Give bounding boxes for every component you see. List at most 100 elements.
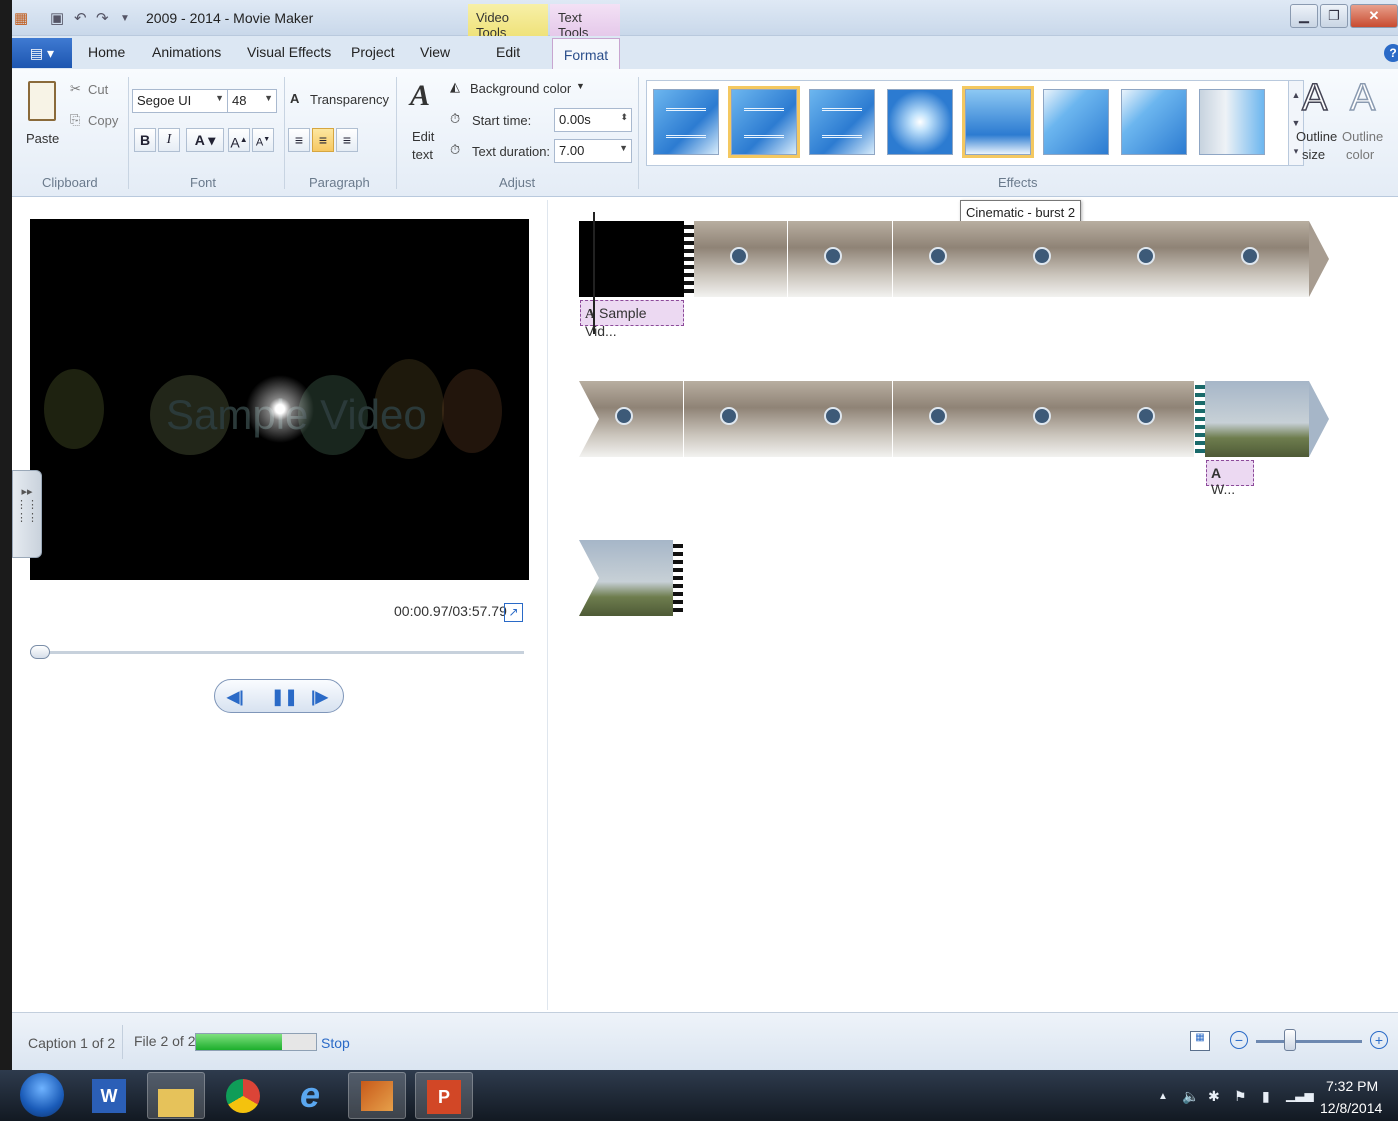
zoom-out-icon[interactable]: − <box>1230 1031 1248 1049</box>
transparency-button[interactable]: A Transparency <box>290 91 390 113</box>
tab-view[interactable]: View <box>420 44 450 60</box>
app-icon[interactable]: ▦ <box>14 9 28 27</box>
restore-button[interactable]: ❐ <box>1320 4 1348 28</box>
taskbar-time[interactable]: 7:32 PM <box>1326 1078 1378 1094</box>
taskbar-chrome-icon[interactable]: . <box>214 1072 272 1119</box>
quick-access-dropdown-icon[interactable]: ▼ <box>120 13 130 24</box>
video-frame[interactable] <box>997 381 1102 457</box>
seek-bar[interactable] <box>30 651 524 654</box>
effect-thumbnail[interactable] <box>887 89 953 155</box>
taskbar-ie-icon[interactable]: e <box>281 1072 339 1119</box>
taskbar-word-icon[interactable]: W <box>80 1072 138 1119</box>
video-frame[interactable] <box>1101 221 1206 297</box>
start-button[interactable] <box>20 1073 64 1117</box>
panel-collapse-handle[interactable]: ▸▸ ⋮⋮ ⋮⋮ <box>12 470 42 558</box>
clock-icon <box>720 407 738 425</box>
align-right-button[interactable]: ≡ <box>336 128 358 152</box>
context-tab-text-tools: Text Tools <box>550 4 620 40</box>
video-frame[interactable] <box>893 381 998 457</box>
nature-clip[interactable] <box>1205 381 1309 457</box>
video-preview[interactable]: Sample Video <box>30 219 529 580</box>
italic-button[interactable]: I <box>158 128 180 152</box>
tab-visual-effects[interactable]: Visual Effects <box>247 44 331 60</box>
fullscreen-icon[interactable]: ↗ <box>504 603 523 622</box>
zoom-in-icon[interactable]: + <box>1370 1031 1388 1049</box>
volume-icon[interactable]: 🔈 <box>1182 1088 1199 1105</box>
close-button[interactable]: ✕ <box>1350 4 1398 28</box>
taskbar-powerpoint-icon[interactable]: P <box>415 1072 473 1119</box>
tab-animations[interactable]: Animations <box>152 44 221 60</box>
redo-icon[interactable]: ↷ <box>96 9 109 27</box>
align-center-button[interactable]: ≡ <box>312 128 334 152</box>
show-hidden-icons[interactable]: ▲ <box>1158 1091 1168 1102</box>
font-family-select[interactable]: Segoe UI ▼ <box>132 89 228 113</box>
font-color-button[interactable]: A ▾ <box>186 128 224 152</box>
tab-project[interactable]: Project <box>351 44 395 60</box>
save-icon[interactable]: ▣ <box>50 9 64 27</box>
clock-icon <box>1241 247 1259 265</box>
text-duration-select[interactable]: 7.00 ▼ <box>554 139 632 163</box>
effect-thumbnail[interactable] <box>1043 89 1109 155</box>
action-center-flag-icon[interactable]: ⚑ <box>1234 1088 1247 1105</box>
effect-thumbnail[interactable] <box>728 86 800 158</box>
video-frame[interactable] <box>694 221 788 297</box>
start-time-input[interactable]: 0.00s ⬍ <box>554 108 632 132</box>
previous-frame-button[interactable]: ◀| <box>227 687 244 707</box>
font-size-select[interactable]: 48 ▼ <box>227 89 277 113</box>
taskbar-explorer-icon[interactable]: . <box>147 1072 205 1119</box>
playback-time: 00:00.97/03:57.79 <box>394 603 507 619</box>
outline-size-button[interactable]: A Outline size <box>1294 76 1340 169</box>
video-frame[interactable] <box>684 381 789 457</box>
signal-icon[interactable]: ▁▃▅ <box>1286 1088 1314 1102</box>
minimize-button[interactable]: ▁ <box>1290 4 1318 28</box>
stop-button[interactable]: Stop <box>321 1035 350 1051</box>
align-left-button[interactable]: ≡ <box>288 128 310 152</box>
tab-home[interactable]: Home <box>88 44 125 60</box>
video-frame[interactable] <box>997 221 1102 297</box>
cut-button[interactable]: ✂ Cut <box>70 81 130 101</box>
background-color-button[interactable]: ◭ Background color ▼ <box>450 79 590 101</box>
taskbar-date[interactable]: 12/8/2014 <box>1320 1100 1382 1116</box>
video-frame[interactable] <box>1101 381 1195 457</box>
outline-color-button[interactable]: A Outline color <box>1340 76 1390 169</box>
storyboard-view-icon[interactable]: ▦ <box>1190 1031 1210 1051</box>
grow-font-button[interactable]: A▲ <box>228 128 250 152</box>
battery-icon[interactable]: ▮ <box>1262 1088 1270 1105</box>
pane-divider[interactable] <box>547 200 548 1010</box>
undo-icon[interactable]: ↶ <box>74 9 87 27</box>
bold-button[interactable]: B <box>134 128 156 152</box>
outline-size-icon: A <box>1301 76 1328 120</box>
bluetooth-icon[interactable]: ✱ <box>1208 1088 1220 1105</box>
spinner-icon[interactable]: ⬍ <box>620 112 628 123</box>
effect-thumbnail[interactable] <box>1199 89 1265 155</box>
seek-thumb[interactable] <box>30 645 50 659</box>
clock-icon <box>730 247 748 265</box>
shrink-font-button[interactable]: A▼ <box>252 128 274 152</box>
video-frame[interactable] <box>788 381 893 457</box>
effect-thumbnail[interactable] <box>653 89 719 155</box>
effect-thumbnail[interactable] <box>809 89 875 155</box>
help-icon[interactable]: ? <box>1384 44 1398 62</box>
next-frame-button[interactable]: |▶ <box>311 687 328 707</box>
video-frame[interactable] <box>788 221 893 297</box>
playhead[interactable] <box>593 212 595 334</box>
zoom-slider-thumb[interactable] <box>1284 1029 1296 1051</box>
taskbar-movie-maker-icon[interactable]: . <box>348 1072 406 1119</box>
tab-format[interactable]: Format <box>552 38 620 70</box>
effect-thumbnail-cinematic-burst-2[interactable] <box>962 86 1034 158</box>
video-frame[interactable] <box>893 221 998 297</box>
edit-text-button[interactable]: A Edit text <box>406 79 442 169</box>
effect-thumbnail[interactable] <box>1121 89 1187 155</box>
pause-button[interactable]: ❚❚ <box>271 687 298 707</box>
caption-clip-2[interactable]: A W... <box>1206 460 1254 497</box>
zoom-slider[interactable] <box>1256 1040 1362 1043</box>
tab-edit[interactable]: Edit <box>496 44 520 60</box>
copy-button[interactable]: ⎘ Copy <box>70 112 130 132</box>
start-time-label: Start time: <box>472 113 532 128</box>
video-frame[interactable] <box>1205 221 1310 297</box>
render-progress <box>195 1033 317 1051</box>
paste-button[interactable]: Paste <box>22 75 62 155</box>
file-menu-button[interactable]: ▤ ▾ <box>12 38 72 68</box>
chevron-down-icon: ▼ <box>264 93 273 103</box>
caption-clip-1[interactable]: A Sample Vid... <box>580 300 684 339</box>
